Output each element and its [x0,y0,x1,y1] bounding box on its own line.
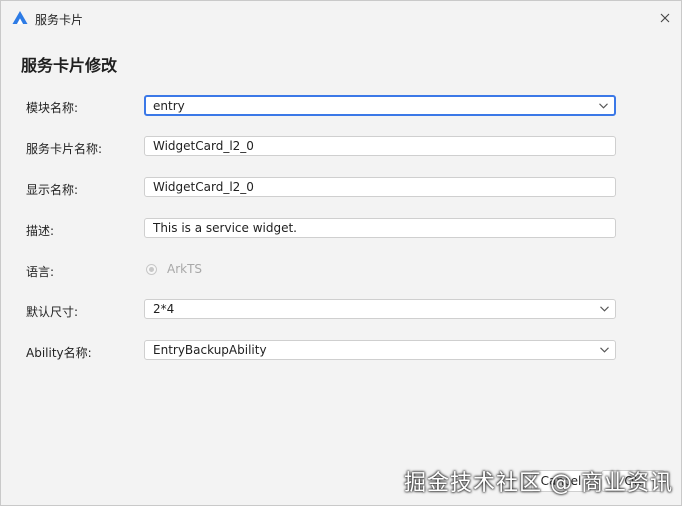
dialog-window: 服务卡片 服务卡片修改 模块名称: entry 服务卡片名称: WidgetCa… [0,0,682,506]
display-name-label: 显示名称: [26,183,79,197]
size-label: 默认尺寸: [26,305,79,319]
chevron-down-icon [592,97,614,114]
radio-icon [146,263,157,275]
display-name-input[interactable]: WidgetCard_l2_0 [144,177,616,197]
title-bar: 服务卡片 [1,1,681,35]
module-label: 模块名称: [26,101,79,115]
language-radio-arkts[interactable]: ArkTS [146,262,202,276]
card-name-label: 服务卡片名称: [26,142,103,156]
close-icon [660,13,670,23]
page-title: 服务卡片修改 [21,56,118,75]
app-logo-icon [12,11,28,24]
chevron-down-icon [593,300,615,318]
ability-select[interactable]: EntryBackupAbility [144,340,616,360]
size-value: 2*4 [153,302,175,316]
language-option-label: ArkTS [167,262,203,276]
ability-label: Ability名称: [26,346,92,360]
language-label: 语言: [26,265,55,279]
description-value: This is a service widget. [153,221,297,235]
ability-value: EntryBackupAbility [153,343,267,357]
display-name-value: WidgetCard_l2_0 [153,180,254,194]
module-value: entry [153,98,185,113]
close-button[interactable] [655,8,675,28]
watermark-text: 掘金技术社区 @ 商业资讯 [404,471,673,496]
description-label: 描述: [26,224,55,238]
card-name-value: WidgetCard_l2_0 [153,139,254,153]
window-title: 服务卡片 [35,13,84,27]
description-input[interactable]: This is a service widget. [144,218,616,238]
size-select[interactable]: 2*4 [144,299,616,319]
chevron-down-icon [593,341,615,359]
module-select[interactable]: entry [144,95,616,116]
card-name-input[interactable]: WidgetCard_l2_0 [144,136,616,156]
